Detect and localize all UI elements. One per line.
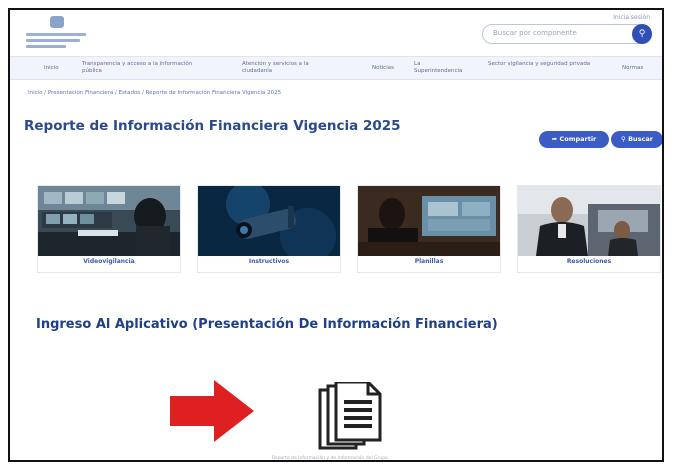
nav-item-atencion[interactable]: Atención y servicios a la ciudadanía <box>242 61 332 75</box>
nav-item-superintendencia[interactable]: La Superintendencia <box>414 61 464 75</box>
main-nav: Inicio Transparencia y acceso a la infor… <box>10 56 662 80</box>
login-link[interactable]: Inicia sesión <box>613 14 650 21</box>
red-arrow-icon <box>170 380 254 442</box>
share-label: Compartir <box>559 135 597 143</box>
card-label: Videovigilancia <box>83 258 135 265</box>
nav-item-transparencia[interactable]: Transparencia y acceso a la información … <box>82 61 202 75</box>
browser-frame: Inicia sesión Buscar por componente ⚲ In… <box>8 8 664 462</box>
breadcrumb[interactable]: Inicio / Presentación Financiera / Estad… <box>28 90 281 96</box>
magnifier-icon: ⚲ <box>621 135 626 143</box>
logo-line <box>26 45 66 48</box>
section-title: Ingreso Al Aplicativo (Presentación De I… <box>36 317 498 332</box>
page-title: Reporte de Información Financiera Vigenc… <box>24 118 401 134</box>
logo-line <box>26 39 80 42</box>
nav-item-sector[interactable]: Sector vigilancia y seguridad privada <box>488 61 598 68</box>
crest-icon <box>50 16 64 28</box>
nav-item-normas[interactable]: Normas <box>622 65 643 72</box>
card-resoluciones[interactable]: Resoluciones <box>518 186 660 272</box>
site-logo[interactable] <box>24 16 94 52</box>
document-caption: Reporte de Información y de Información … <box>272 456 388 461</box>
card-planillas[interactable]: Planillas <box>358 186 500 272</box>
search-placeholder: Buscar por componente <box>493 29 577 37</box>
card-label: Planillas <box>414 258 444 265</box>
nav-item-noticias[interactable]: Noticias <box>372 65 394 72</box>
share-icon: ➦ <box>551 135 558 143</box>
site-header: Inicia sesión Buscar por componente ⚲ <box>10 10 662 56</box>
card-videovigilancia[interactable]: Videovigilancia <box>38 186 180 272</box>
search-input[interactable]: Buscar por componente ⚲ <box>482 24 652 44</box>
card-instructivos[interactable]: Instructivos <box>198 186 340 272</box>
card-label: Resoluciones <box>566 258 612 265</box>
monitoring-image <box>358 186 500 256</box>
search-icon[interactable]: ⚲ <box>632 24 652 44</box>
logo-line <box>26 33 86 36</box>
search-button[interactable]: ⚲ Buscar <box>611 131 662 148</box>
control-room-image <box>38 186 180 256</box>
search-label: Buscar <box>628 135 653 143</box>
share-button[interactable]: ➦ Compartir <box>539 131 609 148</box>
camera-image <box>198 186 340 256</box>
nav-item-inicio[interactable]: Inicio <box>44 65 59 72</box>
card-label: Instructivos <box>248 258 290 265</box>
document-icon[interactable] <box>314 382 386 454</box>
bodyguard-image <box>518 186 660 256</box>
